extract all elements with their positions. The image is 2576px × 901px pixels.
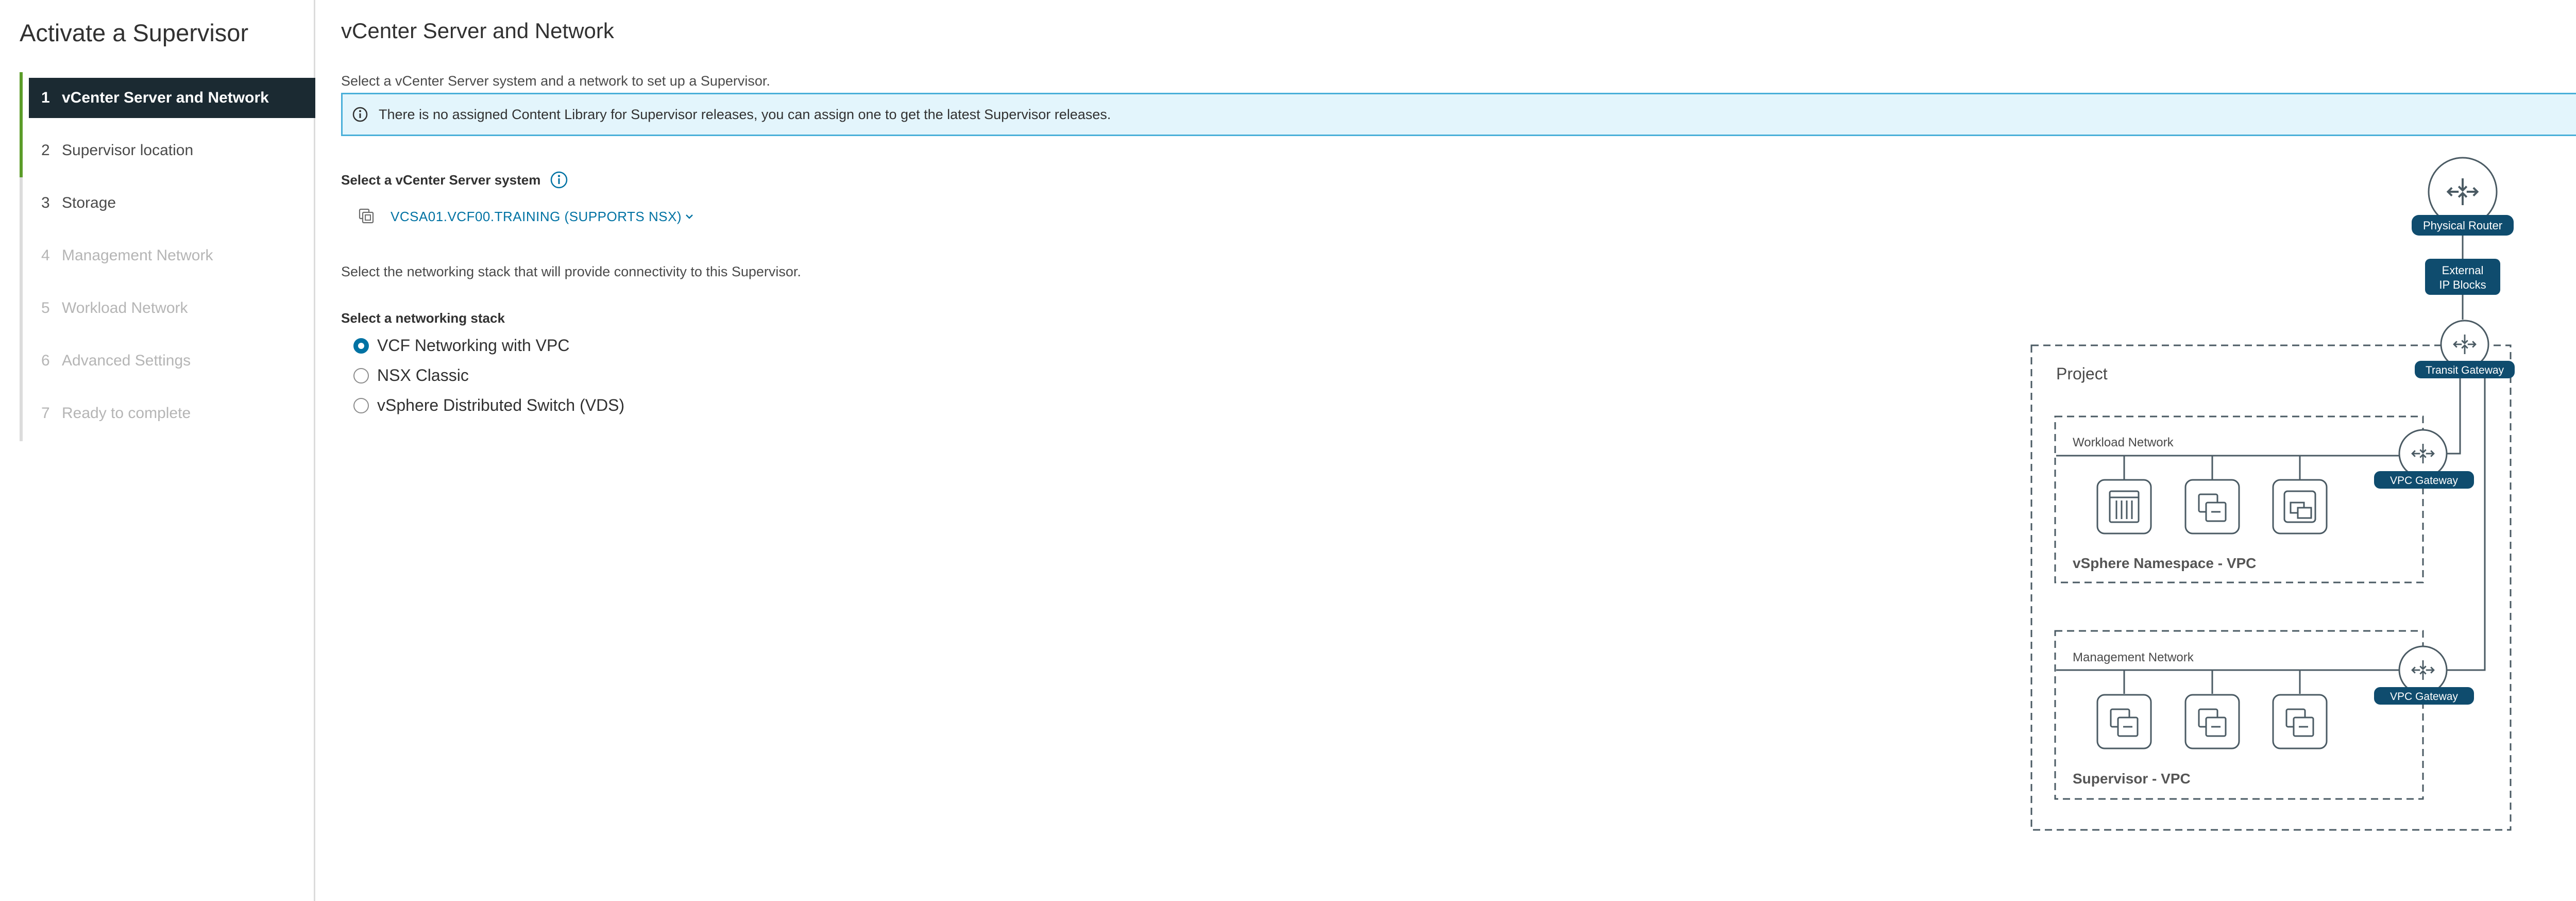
vpc-topology-diagram: Project Workload Network Management Netw… (2030, 157, 2515, 831)
vm-icon (2184, 479, 2240, 535)
info-tooltip-icon[interactable] (550, 171, 568, 189)
step-number: 4 (41, 247, 50, 264)
wizard-title: Activate a Supervisor (20, 19, 249, 46)
info-circle-icon (352, 107, 368, 122)
step-management-network: 4 Management Network (29, 236, 315, 276)
vm-icon (2272, 694, 2328, 749)
workload-network-label: Workload Network (2073, 436, 2174, 449)
radio-vsphere-vds[interactable]: vSphere Distributed Switch (VDS) (353, 396, 624, 415)
step-number: 1 (41, 89, 50, 106)
step-ready-to-complete: 7 Ready to complete (29, 393, 315, 433)
step-vcenter-server-and-network[interactable]: 1 vCenter Server and Network (29, 78, 315, 118)
networking-stack-label: Select a networking stack (341, 310, 505, 326)
page-title: vCenter Server and Network (341, 19, 614, 43)
supervisor-vpc-label: Supervisor - VPC (2073, 771, 2191, 787)
radio-button[interactable] (353, 368, 369, 383)
step-number: 7 (41, 405, 50, 422)
step-number: 3 (41, 194, 50, 211)
step-number: 6 (41, 352, 50, 369)
step-number: 5 (41, 299, 50, 316)
networking-stack-description: Select the networking stack that will pr… (341, 264, 801, 279)
chevron-down-icon (686, 214, 693, 219)
step-label: Storage (62, 194, 116, 211)
transit-gateway-label: Transit Gateway (2426, 364, 2504, 376)
container-icon (2272, 479, 2328, 535)
step-workload-network: 5 Workload Network (29, 288, 315, 328)
project-boundary (2030, 344, 2512, 831)
step-number: 2 (41, 142, 50, 159)
radio-button-selected[interactable] (353, 338, 369, 354)
vpc-gateway-2-label: VPC Gateway (2390, 691, 2458, 703)
step-label: Workload Network (62, 299, 188, 316)
step-label: vCenter Server and Network (62, 89, 269, 106)
step-storage[interactable]: 3 Storage (29, 183, 315, 223)
vcenter-system-value: VCSA01.VCF00.TRAINING (SUPPORTS NSX) (391, 208, 682, 224)
vcenter-system-label: Select a vCenter Server system (341, 172, 541, 188)
step-label: Management Network (62, 247, 213, 264)
step-supervisor-location[interactable]: 2 Supervisor location (29, 130, 315, 171)
vcenter-system-dropdown[interactable]: VCSA01.VCF00.TRAINING (SUPPORTS NSX) (357, 206, 694, 227)
radio-vcf-networking-vpc[interactable]: VCF Networking with VPC (353, 336, 569, 355)
vpc-gateway-1-label: VPC Gateway (2390, 475, 2458, 487)
alert-text: There is no assigned Content Library for… (379, 106, 1111, 122)
step-advanced-settings: 6 Advanced Settings (29, 341, 315, 381)
radio-nsx-classic[interactable]: NSX Classic (353, 366, 469, 385)
external-ip-line1: External (2442, 264, 2484, 277)
step-label: Supervisor location (62, 142, 194, 159)
steps-progress-bar (20, 72, 23, 177)
wizard-steps: 1 vCenter Server and Network 2 Superviso… (20, 72, 318, 441)
physical-router-label: Physical Router (2423, 219, 2502, 232)
radio-label: NSX Classic (377, 366, 469, 385)
info-alert: There is no assigned Content Library for… (341, 93, 2576, 136)
step-label: Advanced Settings (62, 352, 191, 369)
namespace-vpc-label: vSphere Namespace - VPC (2073, 555, 2256, 571)
external-ip-line2: IP Blocks (2439, 278, 2486, 291)
vm-icon (2184, 694, 2240, 749)
pod-icon (2096, 479, 2152, 535)
vm-icon (2096, 694, 2152, 749)
radio-label: vSphere Distributed Switch (VDS) (377, 396, 625, 414)
vcenter-icon (359, 208, 374, 224)
project-label: Project (2056, 364, 2108, 383)
wizard-sidebar: Activate a Supervisor 1 vCenter Server a… (0, 0, 315, 901)
page-subtitle: Select a vCenter Server system and a net… (341, 73, 770, 89)
radio-label: VCF Networking with VPC (377, 336, 570, 355)
step-label: Ready to complete (62, 405, 191, 422)
management-network-label: Management Network (2073, 650, 2194, 664)
radio-button[interactable] (353, 397, 369, 413)
